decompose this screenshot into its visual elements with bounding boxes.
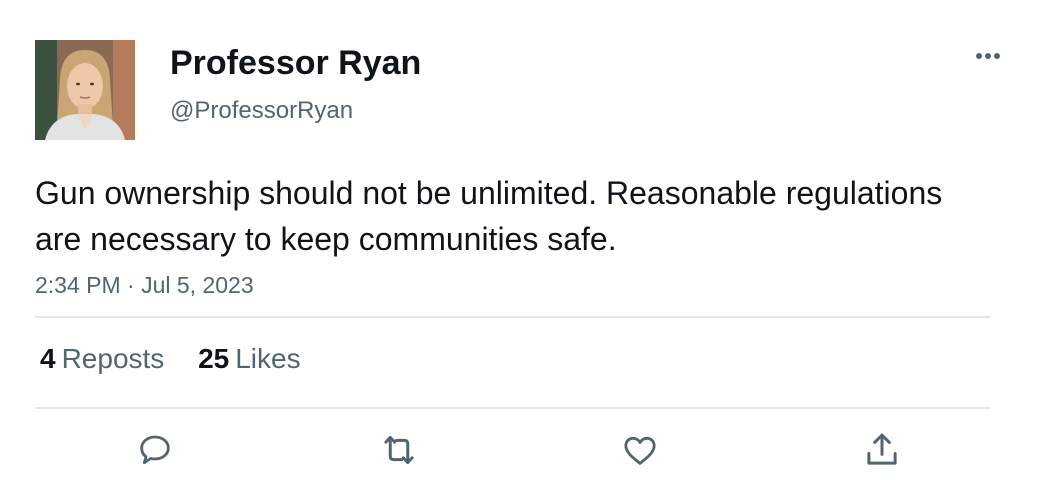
divider [35, 316, 990, 318]
reposts-label: Reposts [61, 343, 165, 374]
display-name[interactable]: Professor Ryan [170, 43, 421, 83]
likes-count: 25 [198, 343, 230, 374]
engagement-stats: 4 Reposts 25 Likes [40, 342, 327, 376]
repost-arrows-icon [384, 435, 414, 465]
reposts-stat[interactable]: 4 Reposts [40, 342, 164, 376]
repost-button[interactable] [377, 428, 421, 472]
share-upload-icon [867, 433, 897, 465]
tweet-card: Professor Ryan @ProfessorRyan Gun owners… [0, 0, 1050, 480]
heart-icon [624, 436, 656, 465]
speech-bubble-icon [140, 435, 170, 465]
reply-button[interactable] [133, 428, 177, 472]
share-button[interactable] [860, 428, 904, 472]
reposts-count: 4 [40, 343, 56, 374]
divider [35, 407, 990, 409]
user-handle[interactable]: @ProfessorRyan [170, 96, 353, 126]
avatar[interactable] [35, 40, 135, 140]
tweet-text: Gun ownership should not be unlimited. R… [35, 175, 943, 257]
tweet-timestamp[interactable]: 2:34 PM · Jul 5, 2023 [35, 270, 254, 300]
more-options-icon[interactable] [968, 44, 1008, 68]
likes-label: Likes [235, 343, 301, 374]
like-button[interactable] [618, 428, 662, 472]
likes-stat[interactable]: 25 Likes [198, 342, 301, 376]
profile-photo-icon [35, 40, 135, 140]
